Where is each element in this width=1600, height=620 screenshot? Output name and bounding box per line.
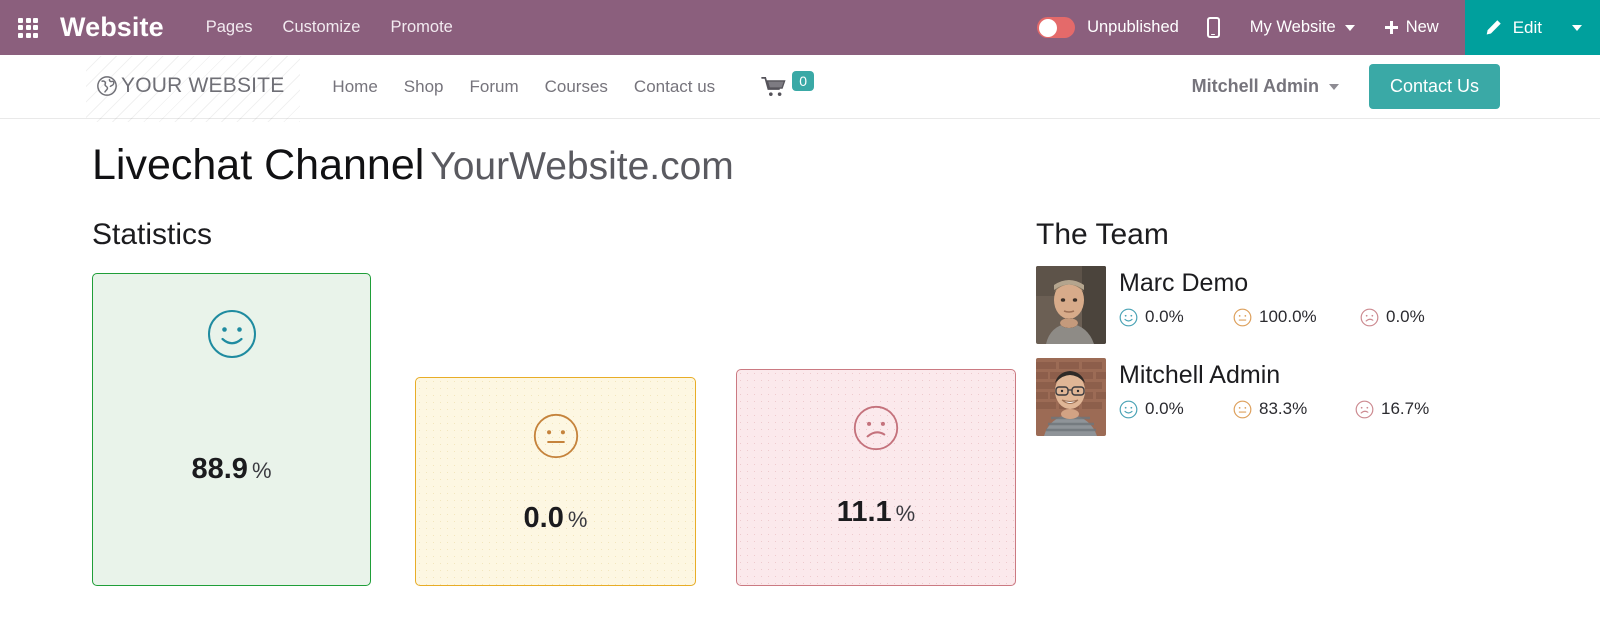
- publish-status-label: Unpublished: [1087, 18, 1179, 36]
- site-selector-label: My Website: [1249, 18, 1336, 36]
- team-section: The Team Marc Demo 0.0% 100.0% 0.0% Mitc…: [1032, 218, 1600, 586]
- member-stat-value: 0.0%: [1145, 307, 1184, 327]
- smiley-neutral-icon: [1233, 308, 1252, 327]
- member-stat-value: 16.7%: [1381, 399, 1430, 419]
- nav-link-contact-us[interactable]: Contact us: [634, 77, 715, 97]
- member-stat-unhappy: 16.7%: [1355, 399, 1429, 419]
- app-name: Website: [60, 12, 164, 42]
- member-stats: 0.0% 83.3% 16.7%: [1119, 399, 1429, 419]
- menu-item-pages[interactable]: Pages: [206, 18, 253, 37]
- edit-dropdown-toggle[interactable]: [1564, 0, 1600, 55]
- member-stat-neutral: 100.0%: [1233, 307, 1360, 327]
- nav-link-forum[interactable]: Forum: [469, 77, 518, 97]
- website-nav-links: Home Shop Forum Courses Contact us: [332, 77, 715, 97]
- statistics-heading: Statistics: [92, 218, 213, 252]
- member-stat-happy: 0.0%: [1119, 307, 1233, 327]
- member-stats: 0.0% 100.0% 0.0%: [1119, 307, 1425, 327]
- member-name: Mitchell Admin: [1119, 361, 1281, 390]
- statistics-cards: 88.9% 0.0% 11.1 %: [92, 266, 1032, 587]
- member-stat-unhappy: 0.0%: [1360, 307, 1425, 327]
- odoo-top-bar: Website Pages Customize Promote Unpublis…: [0, 0, 1600, 55]
- smiley-sad-icon: [1360, 308, 1379, 327]
- odoo-menu: Pages Customize Promote: [206, 18, 453, 37]
- member-stat-value: 0.0%: [1145, 399, 1184, 419]
- cart-count-badge: 0: [792, 70, 814, 91]
- cart-button[interactable]: 0: [761, 70, 814, 103]
- smiley-sad-icon: [853, 406, 899, 451]
- shopping-cart-icon: [761, 76, 786, 96]
- team-member[interactable]: Marc Demo 0.0% 100.0% 0.0%: [1036, 266, 1600, 345]
- mobile-phone-icon[interactable]: [1206, 17, 1220, 38]
- percent-symbol: %: [895, 501, 916, 527]
- stat-number-happy: 88.9: [191, 453, 248, 486]
- team-member[interactable]: Mitchell Admin 0.0% 83.3% 16.7%: [1036, 358, 1600, 437]
- stat-card-unhappy[interactable]: 11.1%: [736, 369, 1016, 587]
- chevron-down-icon: [1572, 24, 1582, 31]
- page-title-main: Livechat Channel: [92, 141, 425, 189]
- smiley-neutral-icon: [533, 414, 578, 459]
- member-stat-value: 83.3%: [1259, 399, 1308, 419]
- nav-link-home[interactable]: Home: [332, 77, 377, 97]
- stat-card-happy[interactable]: 88.9%: [92, 273, 371, 587]
- smiley-neutral-icon: [1233, 400, 1252, 419]
- member-stat-neutral: 83.3%: [1233, 399, 1355, 419]
- content-columns: Statistics 88.9% 0.0 % 11.1 % The Team M…: [92, 218, 1600, 587]
- globe-icon: [97, 75, 117, 96]
- statistics-section: Statistics 88.9% 0.0 % 11.1 %: [92, 218, 1032, 587]
- page-title-domain: YourWebsite.com: [430, 145, 734, 188]
- user-menu-label: Mitchell Admin: [1191, 76, 1319, 96]
- stat-number-unhappy: 11.1: [836, 496, 892, 529]
- chevron-down-icon: [1328, 83, 1339, 90]
- contact-us-button[interactable]: Contact Us: [1368, 64, 1500, 109]
- website-nav-right: Mitchell Admin Contact Us: [1192, 64, 1600, 109]
- member-stat-value: 100.0%: [1259, 307, 1317, 327]
- stat-value-unhappy: 11.1%: [837, 496, 915, 529]
- page-title: Livechat Channel YourWebsite.com: [92, 141, 1600, 190]
- publish-toggle[interactable]: [1037, 17, 1076, 38]
- chevron-down-icon: [1344, 24, 1355, 31]
- smiley-happy-icon: [207, 310, 256, 359]
- team-list: Marc Demo 0.0% 100.0% 0.0% Mitchell Admi…: [1036, 266, 1600, 437]
- new-button-label: New: [1405, 18, 1439, 36]
- smiley-sad-icon: [1355, 400, 1374, 419]
- avatar: [1036, 266, 1106, 345]
- apps-grid-icon[interactable]: [18, 17, 38, 38]
- nav-link-courses[interactable]: Courses: [545, 77, 608, 97]
- nav-link-shop[interactable]: Shop: [404, 77, 444, 97]
- percent-symbol: %: [567, 507, 588, 533]
- avatar-mitchell-admin: [1036, 358, 1106, 437]
- avatar: [1036, 358, 1106, 437]
- odoo-bar-right: Unpublished My Website New Edit: [1037, 0, 1600, 55]
- menu-item-customize[interactable]: Customize: [283, 18, 361, 37]
- site-logo[interactable]: YOUR WEBSITE: [86, 55, 301, 122]
- member-info: Mitchell Admin 0.0% 83.3% 16.7%: [1106, 358, 1429, 436]
- site-logo-text: YOUR WEBSITE: [121, 73, 285, 97]
- smiley-happy-icon: [1119, 308, 1138, 327]
- website-navbar: YOUR WEBSITE Home Shop Forum Courses Con…: [0, 55, 1600, 122]
- edit-button-label: Edit: [1512, 17, 1542, 37]
- stat-card-neutral[interactable]: 0.0%: [415, 377, 696, 587]
- page-content: Livechat Channel YourWebsite.com Statisti…: [0, 141, 1600, 587]
- member-name: Marc Demo: [1119, 269, 1249, 298]
- stat-number-neutral: 0.0: [523, 502, 564, 535]
- stat-value-neutral: 0.0%: [524, 502, 588, 535]
- pencil-icon: [1486, 20, 1501, 35]
- new-button[interactable]: New: [1384, 18, 1439, 37]
- avatar-marc-demo: [1036, 266, 1106, 345]
- percent-symbol: %: [251, 458, 272, 484]
- smiley-happy-icon: [1119, 400, 1138, 419]
- edit-button[interactable]: Edit: [1464, 0, 1564, 55]
- site-selector[interactable]: My Website: [1250, 18, 1355, 37]
- user-menu[interactable]: Mitchell Admin: [1192, 76, 1339, 97]
- team-heading: The Team: [1036, 218, 1169, 252]
- menu-item-promote[interactable]: Promote: [390, 18, 452, 37]
- member-info: Marc Demo 0.0% 100.0% 0.0%: [1106, 266, 1425, 344]
- stat-value-happy: 88.9%: [191, 453, 271, 486]
- member-stat-value: 0.0%: [1386, 307, 1425, 327]
- plus-icon: [1384, 21, 1398, 34]
- member-stat-happy: 0.0%: [1119, 399, 1233, 419]
